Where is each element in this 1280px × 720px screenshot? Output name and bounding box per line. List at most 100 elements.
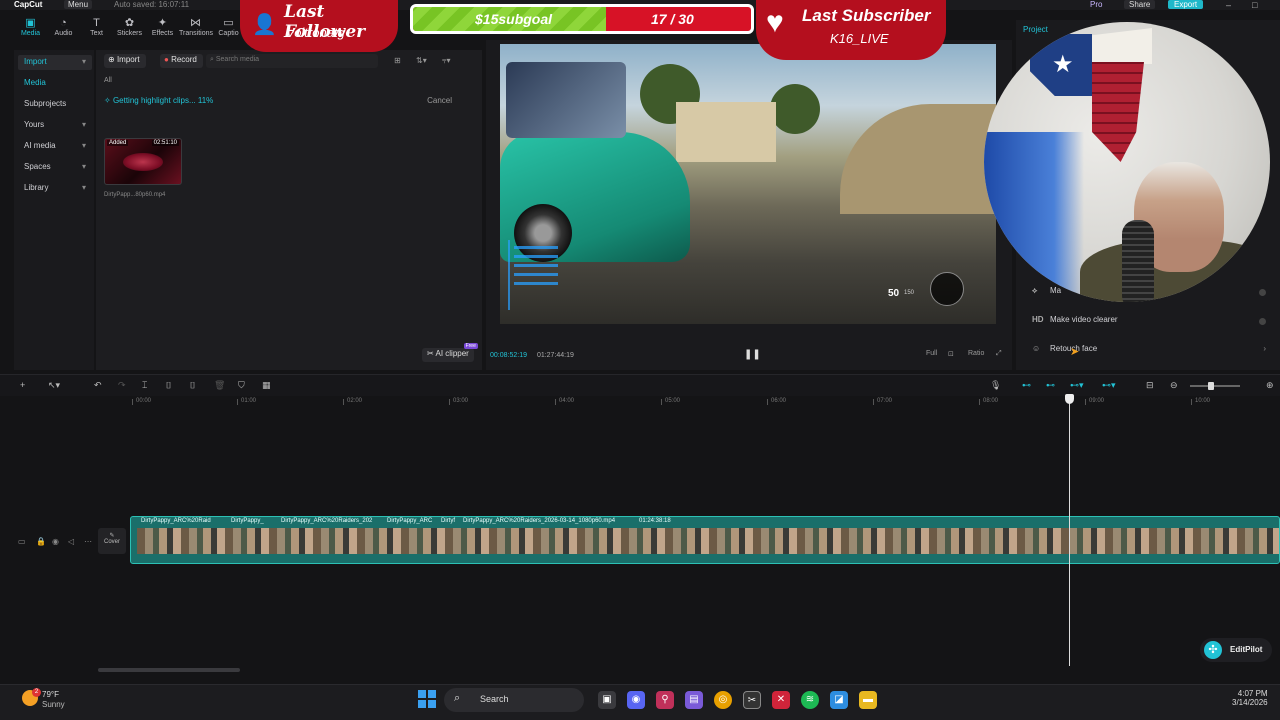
file-explorer-icon[interactable]: ▬ [859,691,877,709]
search-icon: ⌕ [454,692,461,704]
zoom-slider[interactable] [1190,382,1240,390]
timecode: 00:08:52:19 01:27:44:19 [490,352,574,359]
media-app-icon[interactable]: ▤ [685,691,703,709]
tab-media[interactable]: ▣ Media [14,16,47,42]
split-icon[interactable]: ⌶ [142,380,147,391]
chrome-icon[interactable]: ◎ [714,691,732,709]
pro-button[interactable]: Pro [1090,0,1102,9]
speaker-icon[interactable]: ◁ [68,537,74,546]
sidebar-item-import[interactable]: Import ▾ [18,55,92,70]
view-toggle-icon[interactable]: ⊞ [394,56,401,65]
task-view-icon[interactable]: ▣ [598,691,616,709]
undo-icon[interactable]: ↶ [94,380,102,391]
mouse-cursor-icon: ➤ [1070,346,1080,358]
sidebar-item-subprojects[interactable]: Subprojects [18,97,92,112]
lock-icon[interactable]: 🔒 [36,537,46,546]
filter-all-label[interactable]: All [104,77,112,84]
tab-stickers[interactable]: ✿ Stickers [113,16,146,42]
filter-icon[interactable]: ⫧▾ [442,56,451,66]
discord-icon[interactable]: ◉ [627,691,645,709]
redo-icon[interactable]: ↷ [118,380,126,391]
streamer-camera-inset [506,62,626,138]
export-button[interactable]: Export [1168,0,1204,9]
more-icon[interactable]: ⋯ [84,537,92,546]
minimize-icon[interactable]: – [1226,0,1231,10]
pause-button[interactable]: ❚❚ [744,349,761,360]
sidebar-item-ai-media[interactable]: AI media ▾ [18,139,92,154]
photos-icon[interactable]: ◪ [830,691,848,709]
video-preview[interactable]: 50 150 [500,44,996,324]
fit-icon[interactable]: ⊟ [1146,380,1154,391]
spotify-icon[interactable]: ≋ [801,691,819,709]
sidebar-item-library[interactable]: Library ▾ [18,181,92,196]
search-media-input[interactable]: ⌕ Search media [206,54,378,68]
track-thumbnail-icon[interactable]: ▭ [18,537,26,546]
playhead[interactable] [1065,394,1074,666]
eye-icon[interactable]: ◉ [52,537,59,546]
media-thumbnail[interactable]: Added 02:51:10 [104,138,182,185]
full-button[interactable]: Full [926,350,937,357]
ruler-tick: 02:00 [342,398,363,405]
weather-widget[interactable]: 79°F Sunny 2 [22,688,65,709]
add-track-icon[interactable]: + [20,380,25,390]
timeline-scrollbar[interactable] [98,668,240,672]
timeline-ruler[interactable]: 00:00 01:00 02:00 03:00 04:00 05:00 06:0… [96,396,1280,410]
ratio-button[interactable]: Ratio [968,350,984,357]
record-button[interactable]: ● Record [160,54,203,68]
zoom-slider-knob[interactable] [1208,382,1214,390]
taskbar-search[interactable]: ⌕ Search [444,688,584,712]
maximize-icon[interactable]: □ [1252,0,1257,10]
clock-time: 4:07 PM [1237,689,1268,698]
texas-flag-red [1092,62,1144,162]
capcut-icon[interactable]: ✂ [743,691,761,709]
link-icon[interactable]: ⊷ [1022,380,1031,391]
shield-icon[interactable]: ⛉ [238,380,245,391]
magnet-icon[interactable]: ⊷ [1046,380,1055,391]
delete-icon[interactable]: 🗑 [214,380,225,391]
tab-effects[interactable]: ✦ Effects [146,16,179,42]
share-button[interactable]: Share [1124,0,1156,9]
cover-button[interactable]: ✎ Cover [98,528,126,554]
tab-text[interactable]: T Text [80,16,113,42]
preview-axis-icon[interactable]: ⊷▾ [1102,380,1116,391]
free-badge: Free [463,343,478,349]
thumbnail-icon[interactable]: ▦ [262,380,271,391]
sort-icon[interactable]: ⇅▾ [416,56,427,65]
zoom-in-icon[interactable]: ⊕ [1266,380,1274,391]
menu-button[interactable]: Menu [64,0,93,9]
media-panel: ⊕ Import ● Record ⌕ Search media ⊞ ⇅▾ ⫧▾… [96,50,482,370]
split-right-icon[interactable]: ⌷ [190,380,195,391]
microphone [1122,220,1154,302]
microphone-icon[interactable]: 🎙 [990,380,1001,391]
thumbnail-filename: DirtyPapp...80p60.mp4 [104,192,166,198]
sidebar-item-spaces[interactable]: Spaces ▾ [18,160,92,175]
playhead-handle[interactable] [1065,394,1074,404]
split-left-icon[interactable]: ⌷ [166,380,171,391]
maps-pin-icon[interactable]: ⚲ [656,691,674,709]
ruler-tick: 04:00 [554,398,575,405]
tab-project[interactable]: Project [1023,25,1048,34]
crop-icon[interactable]: ⊡ [948,350,954,358]
tab-audio[interactable]: ◔ Audio [47,16,80,42]
zoom-out-icon[interactable]: ⊖ [1170,380,1178,391]
snap-icon[interactable]: ⊷▾ [1070,380,1084,391]
import-button[interactable]: ⊕ Import [104,54,146,68]
make-video-clearer-row[interactable]: HD Make video clearer [1032,315,1272,331]
retouch-face-row[interactable]: ☺ Retouch face › [1032,344,1272,360]
hd-icon: HD [1032,315,1044,324]
start-button[interactable] [418,690,436,708]
tab-transitions[interactable]: ⋈ Transitions [179,16,213,42]
system-clock[interactable]: 4:07 PM 3/14/2026 [1232,689,1268,707]
editpilot-button[interactable]: ✣ EditPilot [1200,638,1272,662]
editpilot-icon: ✣ [1204,641,1222,659]
ai-clipper-button[interactable]: ✂ AI clipper Free [422,343,478,362]
select-tool-icon[interactable]: ↖▾ [48,380,60,391]
fullscreen-icon[interactable]: ⤢ [996,350,1002,358]
sidebar-item-media[interactable]: Media [18,76,92,91]
toggle[interactable] [1259,318,1266,325]
sidebar-item-yours[interactable]: Yours ▾ [18,118,92,133]
clip-label: Dirtyf [441,518,455,524]
cancel-highlight-button[interactable]: Cancel [427,96,452,105]
video-clip[interactable]: DirtyPappy_ARC%20Raid DirtyPappy_ DirtyP… [130,516,1280,564]
xsplit-icon[interactable]: ✕ [772,691,790,709]
